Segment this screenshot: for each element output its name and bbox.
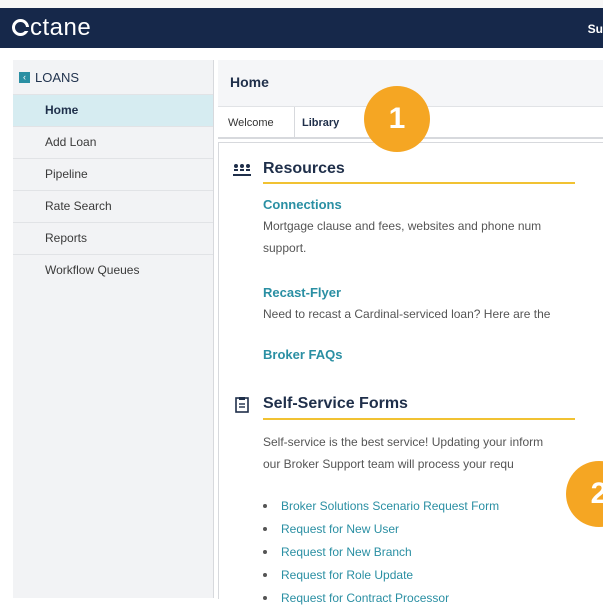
sidebar-section-label: LOANS: [35, 69, 80, 85]
connections-link[interactable]: Connections: [263, 197, 342, 212]
tab-library[interactable]: Library: [302, 107, 339, 137]
callout-badge-1: 1: [364, 86, 430, 152]
page-title: Home: [230, 74, 269, 90]
bullet: [263, 550, 267, 554]
self-service-text: Self-service is the best service! Updati…: [263, 435, 544, 449]
recast-flyer-link[interactable]: Recast-Flyer: [263, 285, 341, 300]
self-service-heading: Self-Service Forms: [263, 395, 408, 412]
form-document-icon: [235, 397, 249, 413]
resources-heading: Resources: [263, 160, 345, 177]
top-navigation-bar: ctane Su: [0, 8, 603, 48]
people-group-icon: [233, 164, 251, 176]
list-item[interactable]: Request for New User: [263, 518, 499, 541]
form-link-scenario-request[interactable]: Broker Solutions Scenario Request Form: [281, 499, 499, 513]
library-content: Resources Connections Mortgage clause an…: [218, 142, 603, 605]
list-item[interactable]: Request for Role Update: [263, 564, 499, 587]
sidebar-item-add-loan[interactable]: Add Loan: [13, 126, 213, 158]
form-link-new-user[interactable]: Request for New User: [281, 522, 399, 536]
bullet: [263, 527, 267, 531]
bullet: [263, 596, 267, 600]
self-service-underline: [263, 418, 575, 420]
connections-text: Mortgage clause and fees, websites and p…: [263, 219, 542, 233]
form-link-new-branch[interactable]: Request for New Branch: [281, 545, 412, 559]
form-link-contract-processor[interactable]: Request for Contract Processor: [281, 591, 449, 605]
sidebar: ‹ LOANS Home Add Loan Pipeline Rate Sear…: [13, 60, 214, 598]
tab-divider: [294, 107, 295, 137]
self-service-text-continued: our Broker Support team will process you…: [263, 457, 514, 471]
sidebar-item-reports[interactable]: Reports: [13, 222, 213, 254]
broker-faqs-link[interactable]: Broker FAQs: [263, 347, 342, 362]
sidebar-header[interactable]: ‹ LOANS: [13, 60, 213, 94]
bullet: [263, 573, 267, 577]
bullet: [263, 504, 267, 508]
sidebar-item-pipeline[interactable]: Pipeline: [13, 158, 213, 190]
connections-text-continued: support.: [263, 241, 307, 255]
collapse-caret-icon[interactable]: ‹: [19, 71, 30, 83]
sidebar-item-rate-search[interactable]: Rate Search: [13, 190, 213, 222]
logo-o-icon: [12, 19, 30, 36]
sidebar-item-home[interactable]: Home: [13, 94, 213, 126]
sidebar-item-workflow-queues[interactable]: Workflow Queues: [13, 254, 213, 286]
list-item[interactable]: Request for Contract Processor: [263, 587, 499, 610]
list-item[interactable]: Request for New Branch: [263, 541, 499, 564]
logo-text: ctane: [30, 14, 92, 41]
list-item[interactable]: Broker Solutions Scenario Request Form: [263, 495, 499, 518]
self-service-form-list: Broker Solutions Scenario Request Form R…: [263, 495, 499, 610]
top-right-menu[interactable]: Su: [588, 22, 603, 36]
tab-welcome[interactable]: Welcome: [228, 107, 274, 137]
recast-flyer-text: Need to recast a Cardinal-serviced loan?…: [263, 307, 551, 321]
octane-logo[interactable]: ctane: [12, 15, 91, 41]
form-link-role-update[interactable]: Request for Role Update: [281, 568, 413, 582]
top-edge: [0, 0, 603, 8]
resources-underline: [263, 182, 575, 184]
